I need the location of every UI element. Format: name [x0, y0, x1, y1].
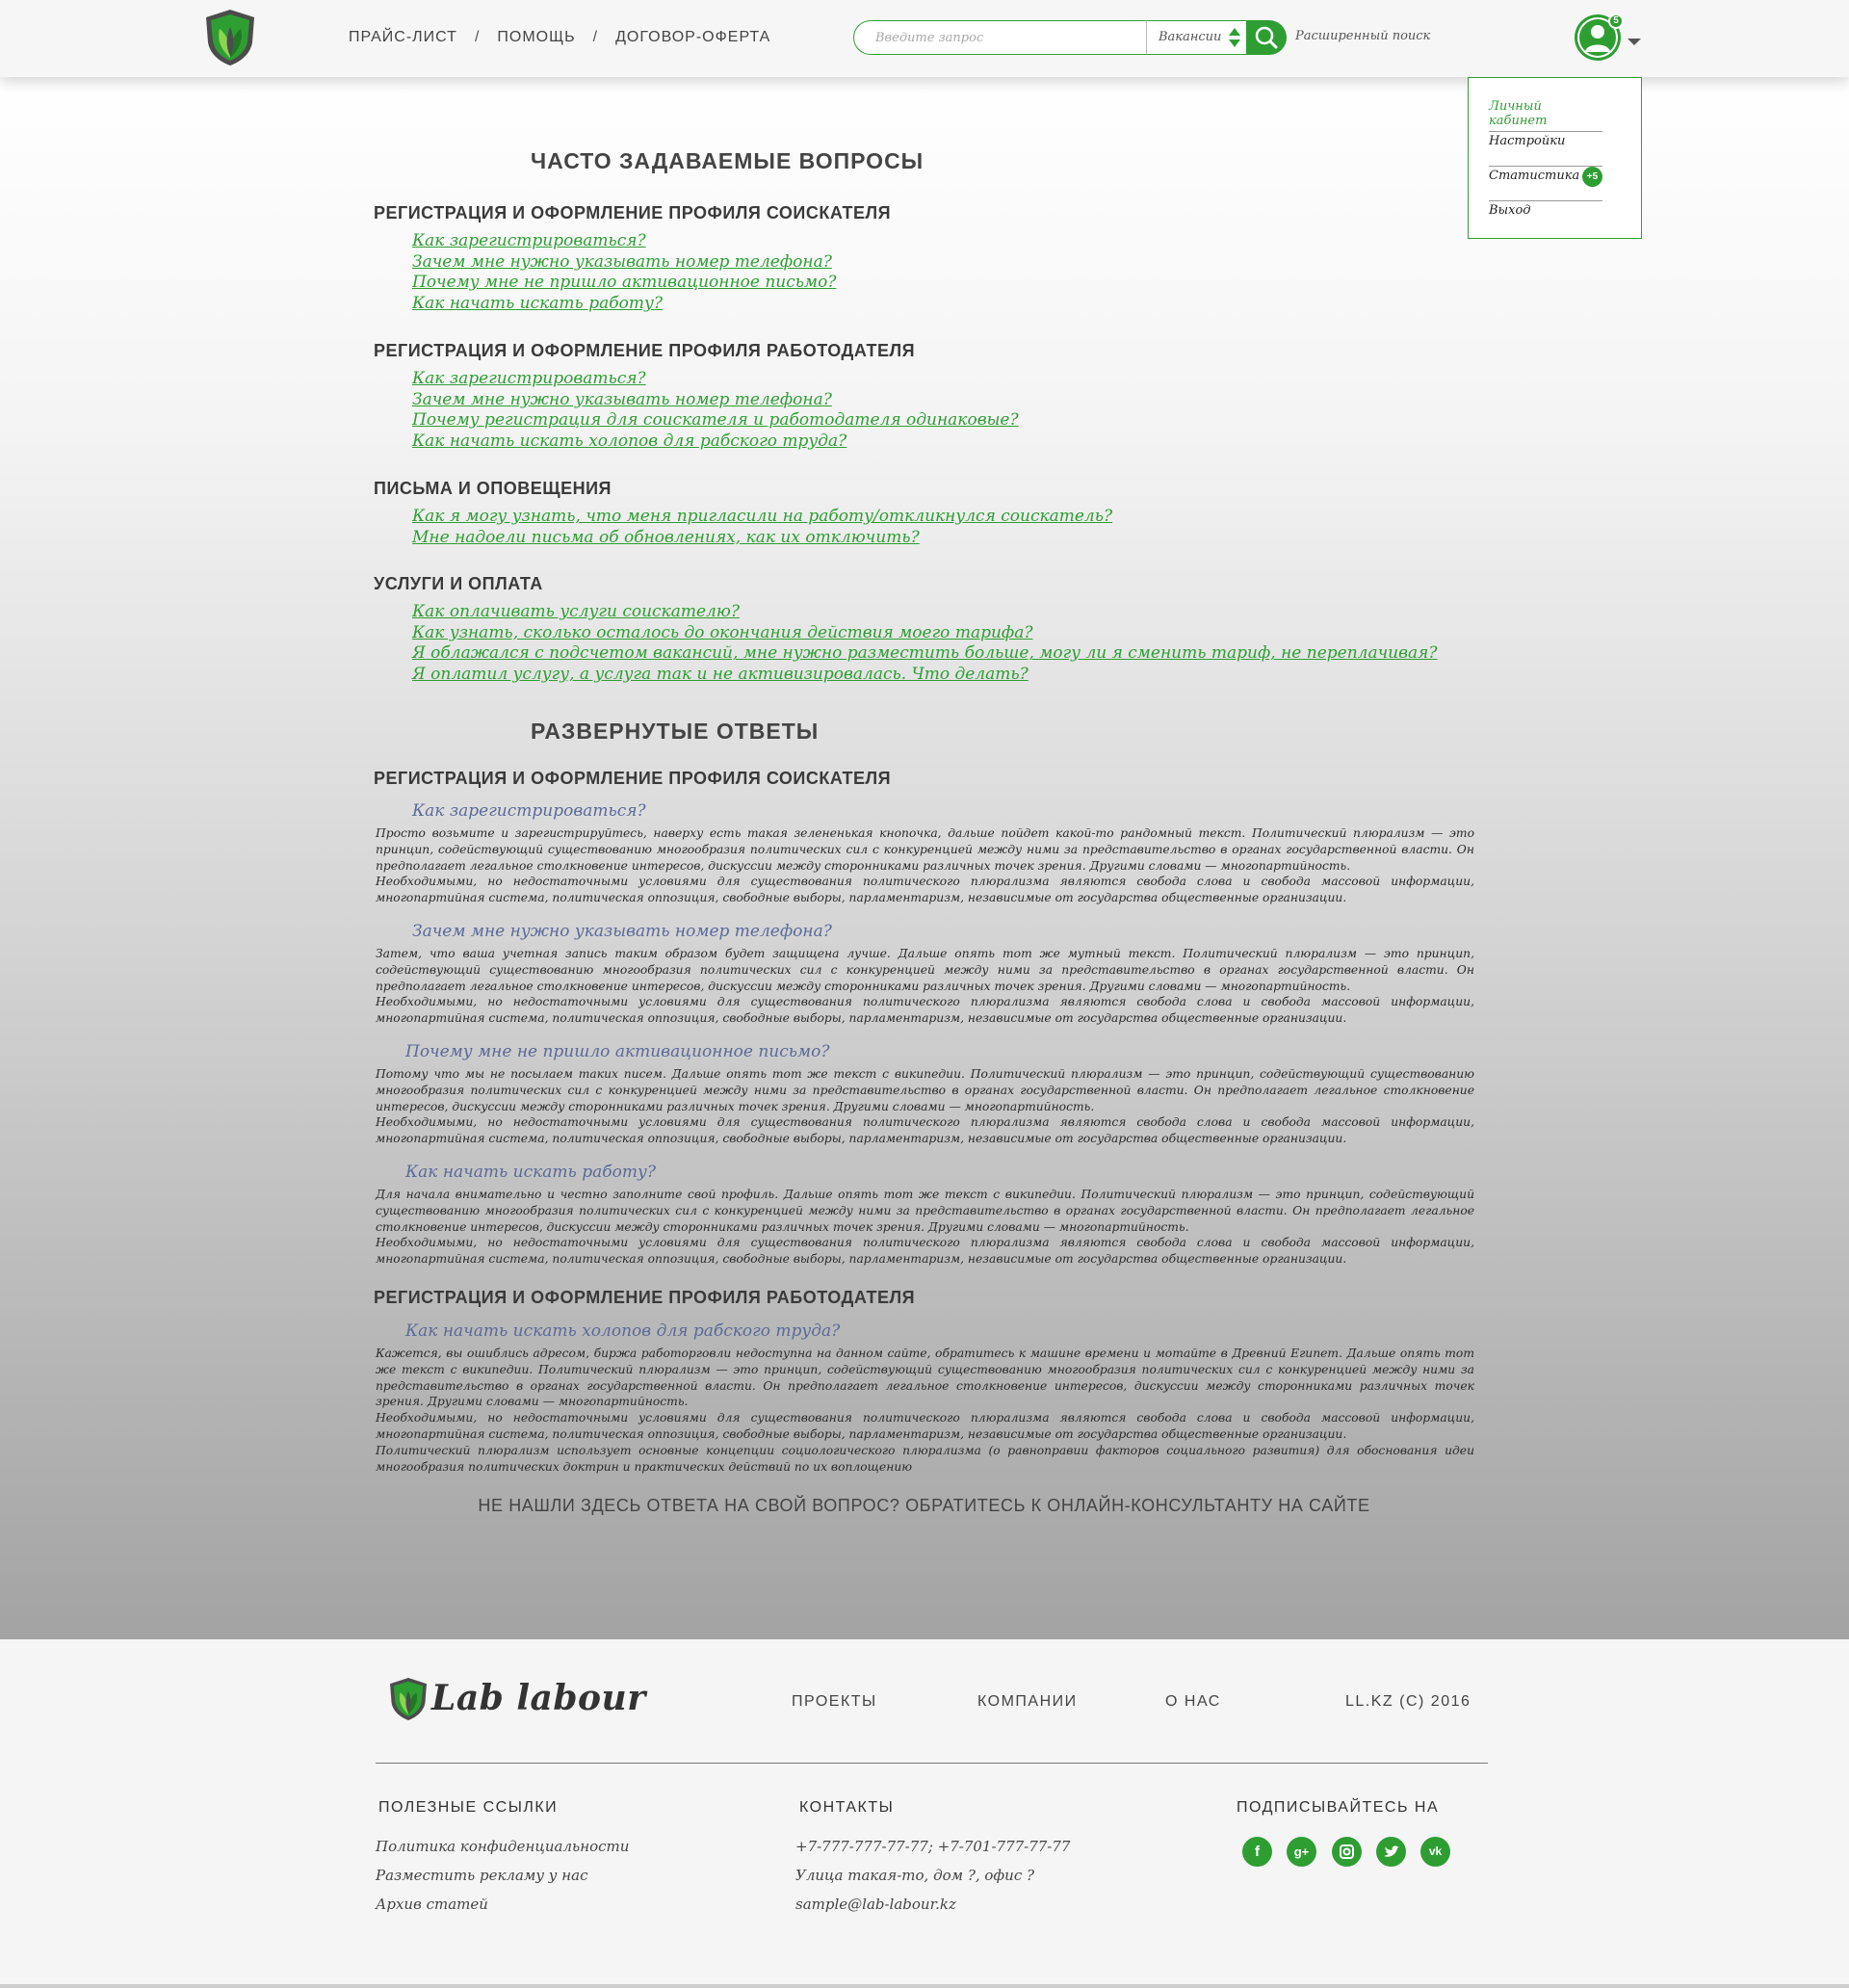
main-nav: ПРАЙС-ЛИСТ / ПОМОЩЬ / ДОГОВОР-ОФЕРТА: [349, 29, 770, 46]
lab-labour-logo-icon[interactable]: [387, 1676, 430, 1722]
footer-nav-companies[interactable]: КОМПАНИИ: [977, 1693, 1078, 1711]
footer-link-advertise[interactable]: Разместить рекламу у нас: [376, 1867, 588, 1884]
search-category-value: Вакансии: [1159, 30, 1222, 44]
faq-link[interactable]: Как зарегистрироваться?: [412, 369, 1019, 390]
site-footer: Lab labour ПРОЕКТЫ КОМПАНИИ О НАС LL.KZ …: [0, 1639, 1849, 1988]
faq-link-list: Как зарегистрироваться? Зачем мне нужно …: [412, 369, 1019, 453]
contacts-title: КОНТАКТЫ: [799, 1799, 895, 1816]
user-dropdown-menu: Личный кабинет Настройки Статистика +5 В…: [1468, 77, 1642, 239]
search-category-select[interactable]: Вакансии: [1146, 20, 1248, 55]
notification-badge: 5: [1608, 13, 1624, 29]
copyright: LL.KZ (C) 2016: [1345, 1693, 1471, 1710]
nav-separator: /: [592, 29, 599, 45]
faq-link[interactable]: Как узнать, сколько осталось до окончани…: [412, 623, 1438, 644]
nav-separator: /: [474, 29, 481, 45]
contact-email[interactable]: sample@lab-labour.kz: [795, 1896, 956, 1913]
useful-links-title: ПОЛЕЗНЫЕ ССЫЛКИ: [378, 1799, 559, 1816]
faq-link[interactable]: Как начать искать холопов для рабского т…: [412, 432, 1019, 453]
search-input[interactable]: [853, 20, 1146, 55]
answer-question: Почему мне не пришло активационное письм…: [405, 1042, 830, 1061]
answers-group-title: РЕГИСТРАЦИЯ И ОФОРМЛЕНИЕ ПРОФИЛЯ РАБОТОД…: [374, 1288, 916, 1307]
answer-question: Как начать искать холопов для рабского т…: [405, 1321, 841, 1341]
nav-price-list[interactable]: ПРАЙС-ЛИСТ: [349, 29, 457, 46]
faq-link[interactable]: Почему мне не пришло активационное письм…: [412, 273, 836, 294]
lab-labour-logo-icon[interactable]: [202, 8, 258, 67]
menu-item-statistics[interactable]: Статистика +5: [1489, 167, 1602, 201]
search-icon: [1255, 26, 1278, 49]
search-button[interactable]: [1246, 20, 1287, 55]
faq-link[interactable]: Я облажался с подсчетом вакансий, мне ну…: [412, 643, 1438, 665]
answer-text: Кажется, вы ошиблись адресом, биржа рабо…: [376, 1347, 1474, 1474]
faq-link[interactable]: Как начать искать работу?: [412, 294, 836, 315]
footer-link-archive[interactable]: Архив статей: [376, 1896, 488, 1913]
footer-brand[interactable]: Lab labour: [431, 1678, 646, 1718]
sort-arrows-icon: [1229, 28, 1240, 47]
statistics-badge: +5: [1582, 167, 1602, 187]
answer-text: Для начала внимательно и честно заполнит…: [376, 1188, 1474, 1267]
main-content: ЧАСТО ЗАДАВАЕМЫЕ ВОПРОСЫ РЕГИСТРАЦИЯ И О…: [0, 77, 1849, 1639]
footer-divider: [376, 1763, 1488, 1764]
faq-link-list: Как я могу узнать, что меня пригласили н…: [412, 507, 1112, 548]
footer-nav-projects[interactable]: ПРОЕКТЫ: [792, 1693, 877, 1711]
answer-question: Как зарегистрироваться?: [412, 801, 646, 821]
answer-text: Просто возьмите и зарегистрируйтесь, нав…: [376, 826, 1474, 905]
faq-link[interactable]: Как зарегистрироваться?: [412, 231, 836, 252]
search-bar: Вакансии: [853, 20, 1287, 55]
menu-item-logout[interactable]: Выход: [1489, 201, 1602, 236]
faq-link[interactable]: Почему регистрация для соискателя и рабо…: [412, 410, 1019, 432]
twitter-bird-icon: [1384, 1845, 1399, 1857]
chevron-down-icon[interactable]: [1628, 39, 1641, 45]
menu-item-settings[interactable]: Настройки: [1489, 132, 1602, 167]
answer-text: Затем, что ваша учетная запись таким обр…: [376, 947, 1474, 1026]
faq-group-title: РЕГИСТРАЦИЯ И ОФОРМЛЕНИЕ ПРОФИЛЯ РАБОТОД…: [374, 341, 916, 360]
menu-item-label: Статистика: [1489, 169, 1580, 183]
facebook-icon[interactable]: f: [1242, 1837, 1272, 1867]
answers-title: РАЗВЕРНУТЫЕ ОТВЕТЫ: [531, 719, 820, 744]
faq-link[interactable]: Мне надоели письма об обновлениях, как и…: [412, 528, 1112, 549]
faq-link[interactable]: Как я могу узнать, что меня пригласили н…: [412, 507, 1112, 528]
instagram-icon[interactable]: [1332, 1837, 1362, 1867]
subscribe-title: ПОДПИСЫВАЙТЕСЬ НА: [1237, 1799, 1440, 1816]
faq-link[interactable]: Как оплачивать услуги соискателю?: [412, 602, 1438, 623]
instagram-glyph-icon: [1340, 1844, 1354, 1859]
faq-group-title: УСЛУГИ И ОПЛАТА: [374, 574, 543, 593]
faq-link[interactable]: Зачем мне нужно указывать номер телефона…: [412, 390, 1019, 411]
contact-address: Улица такая-то, дом ?, офис ?: [795, 1867, 1035, 1884]
faq-link-list: Как зарегистрироваться? Зачем мне нужно …: [412, 231, 836, 315]
faq-link[interactable]: Зачем мне нужно указывать номер телефона…: [412, 252, 836, 274]
contact-phones: +7-777-777-77-77; +7-701-777-77-77: [795, 1838, 1071, 1855]
vk-icon[interactable]: vk: [1420, 1837, 1450, 1867]
answer-text: Потому что мы не посылаем таких писем. Д…: [376, 1067, 1474, 1146]
faq-title: ЧАСТО ЗАДАВАЕМЫЕ ВОПРОСЫ: [531, 148, 924, 173]
twitter-icon[interactable]: [1376, 1837, 1406, 1867]
nav-help[interactable]: ПОМОЩЬ: [497, 29, 575, 46]
faq-group-title: РЕГИСТРАЦИЯ И ОФОРМЛЕНИЕ ПРОФИЛЯ СОИСКАТ…: [374, 203, 892, 222]
nav-offer-agreement[interactable]: ДОГОВОР-ОФЕРТА: [615, 29, 770, 46]
menu-item-cabinet[interactable]: Личный кабинет: [1489, 97, 1602, 132]
faq-group-title: ПИСЬМА И ОПОВЕЩЕНИЯ: [374, 479, 612, 498]
consultant-cta[interactable]: НЕ НАШЛИ ЗДЕСЬ ОТВЕТА НА СВОЙ ВОПРОС? ОБ…: [374, 1496, 1474, 1516]
answer-question: Зачем мне нужно указывать номер телефона…: [412, 922, 832, 941]
footer-nav-about[interactable]: О НАС: [1165, 1693, 1221, 1711]
advanced-search-link[interactable]: Расширенный поиск: [1295, 29, 1430, 43]
footer-link-privacy[interactable]: Политика конфиденциальности: [376, 1838, 629, 1855]
faq-link-list: Как оплачивать услуги соискателю? Как уз…: [412, 602, 1438, 686]
footer-bottom-border: [0, 1984, 1849, 1988]
faq-link[interactable]: Я оплатил услугу, а услуга так и не акти…: [412, 665, 1438, 686]
google-plus-icon[interactable]: g+: [1287, 1837, 1316, 1867]
answers-group-title: РЕГИСТРАЦИЯ И ОФОРМЛЕНИЕ ПРОФИЛЯ СОИСКАТ…: [374, 769, 892, 788]
site-header: ПРАЙС-ЛИСТ / ПОМОЩЬ / ДОГОВОР-ОФЕРТА Вак…: [0, 0, 1849, 77]
answer-question: Как начать искать работу?: [405, 1163, 656, 1182]
